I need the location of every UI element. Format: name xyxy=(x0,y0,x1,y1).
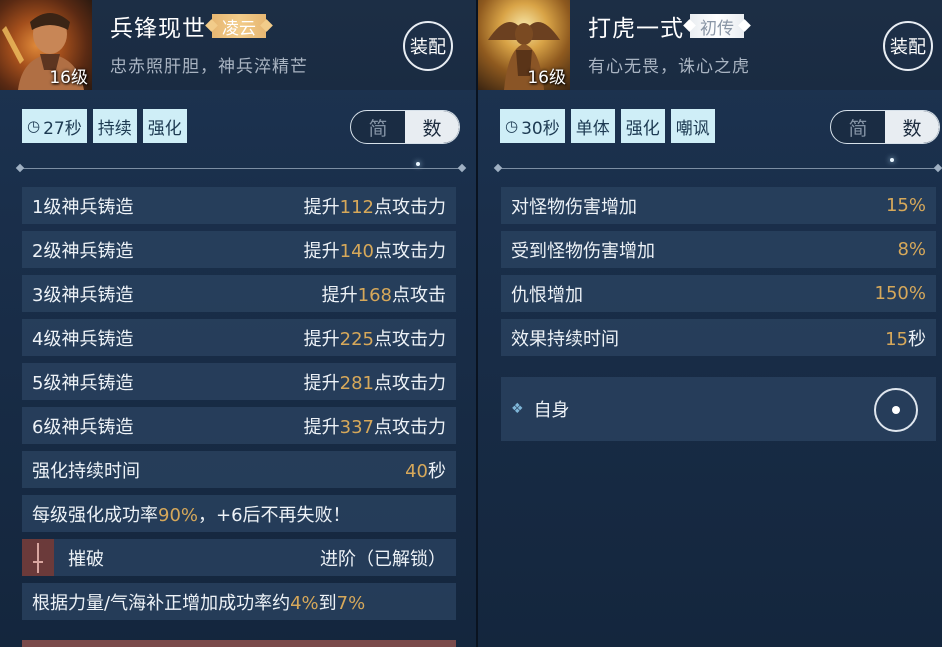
stat-row: 对怪物伤害增加 15% xyxy=(501,187,936,224)
stat-row: 效果持续时间 15秒 xyxy=(501,319,936,356)
target-label: 自身 xyxy=(533,400,570,421)
toggle-numeric[interactable]: 数 xyxy=(885,111,939,143)
view-toggle[interactable]: 简 数 xyxy=(350,110,460,144)
tag-buff: 强化 xyxy=(142,109,187,143)
skill-panel-left: 16级 兵锋现世 凌云 忠赤照肝胆，神兵淬精芒 装配 ◷ 27秒 持续 强化 简 … xyxy=(0,0,476,647)
skill-panel-right: 16级 打虎一式 初传 有心无畏，诛心之虎 装配 ◷ 30秒 单体 强化 嘲讽 简… xyxy=(478,0,942,647)
cuipo-row[interactable]: 摧破 进阶（已解锁） xyxy=(22,539,456,576)
glow-dot xyxy=(416,162,420,166)
divider xyxy=(20,168,462,174)
success-row: 每级强化成功率90%，+6后不再失败！ xyxy=(22,495,456,532)
view-toggle[interactable]: 简 数 xyxy=(830,110,940,144)
target-radio[interactable] xyxy=(874,388,918,432)
title-row: 打虎一式 初传 xyxy=(588,10,744,42)
skill-subtitle: 忠赤照肝胆，神兵淬精芒 xyxy=(110,57,308,77)
tags-row: ◷ 30秒 单体 强化 嘲讽 xyxy=(500,109,715,143)
bonus-row: 根据力量/气海补正增加成功率约4%到7% xyxy=(22,583,456,620)
next-row-edge xyxy=(22,640,456,647)
cooldown-tag: ◷ 30秒 xyxy=(500,109,565,143)
skill-title: 兵锋现世 xyxy=(110,16,206,42)
rank-tag: 初传 xyxy=(690,14,744,39)
skill-subtitle: 有心无畏，诛心之虎 xyxy=(588,57,750,77)
skill-level: 16级 xyxy=(49,68,88,88)
skill-portrait: 16级 xyxy=(478,0,570,90)
skill-level: 16级 xyxy=(527,68,566,88)
equip-button[interactable]: 装配 xyxy=(883,21,933,71)
target-row[interactable]: ❖ 自身 xyxy=(501,377,936,441)
toggle-numeric[interactable]: 数 xyxy=(405,111,459,143)
stat-row: 受到怪物伤害增加 8% xyxy=(501,231,936,268)
toggle-simple[interactable]: 简 xyxy=(831,111,885,143)
rank-tag: 凌云 xyxy=(212,14,266,39)
tag-taunt: 嘲讽 xyxy=(670,109,715,143)
sword-icon xyxy=(22,539,54,576)
stat-row: 3级神兵铸造 提升168点攻击 xyxy=(22,275,456,312)
clock-icon: ◷ xyxy=(505,117,519,135)
divider xyxy=(498,168,938,174)
cuipo-status: 进阶（已解锁） xyxy=(320,548,446,570)
radio-dot xyxy=(892,406,900,414)
glow-dot xyxy=(890,158,894,162)
stat-row: 5级神兵铸造 提升281点攻击力 xyxy=(22,363,456,400)
stat-row: 1级神兵铸造 提升112点攻击力 xyxy=(22,187,456,224)
clock-icon: ◷ xyxy=(27,117,41,135)
tag-target: 单体 xyxy=(570,109,615,143)
equip-button[interactable]: 装配 xyxy=(403,21,453,71)
tag-duration: 持续 xyxy=(92,109,137,143)
toggle-simple[interactable]: 简 xyxy=(351,111,405,143)
skill-title: 打虎一式 xyxy=(588,16,684,42)
skill-portrait: 16级 xyxy=(0,0,92,90)
cooldown-tag: ◷ 27秒 xyxy=(22,109,87,143)
tag-buff: 强化 xyxy=(620,109,665,143)
stat-row: 4级神兵铸造 提升225点攻击力 xyxy=(22,319,456,356)
diamond-icon: ❖ xyxy=(511,401,524,417)
skill-header: 16级 兵锋现世 凌云 忠赤照肝胆，神兵淬精芒 装配 xyxy=(0,0,476,90)
title-row: 兵锋现世 凌云 xyxy=(110,10,266,42)
stat-row: 仇恨增加 150% xyxy=(501,275,936,312)
skill-header: 16级 打虎一式 初传 有心无畏，诛心之虎 装配 xyxy=(478,0,942,90)
stat-row: 2级神兵铸造 提升140点攻击力 xyxy=(22,231,456,268)
stat-row: 6级神兵铸造 提升337点攻击力 xyxy=(22,407,456,444)
tags-row: ◷ 27秒 持续 强化 xyxy=(22,109,187,143)
cuipo-name: 摧破 xyxy=(68,548,104,570)
duration-row: 强化持续时间 40秒 xyxy=(22,451,456,488)
